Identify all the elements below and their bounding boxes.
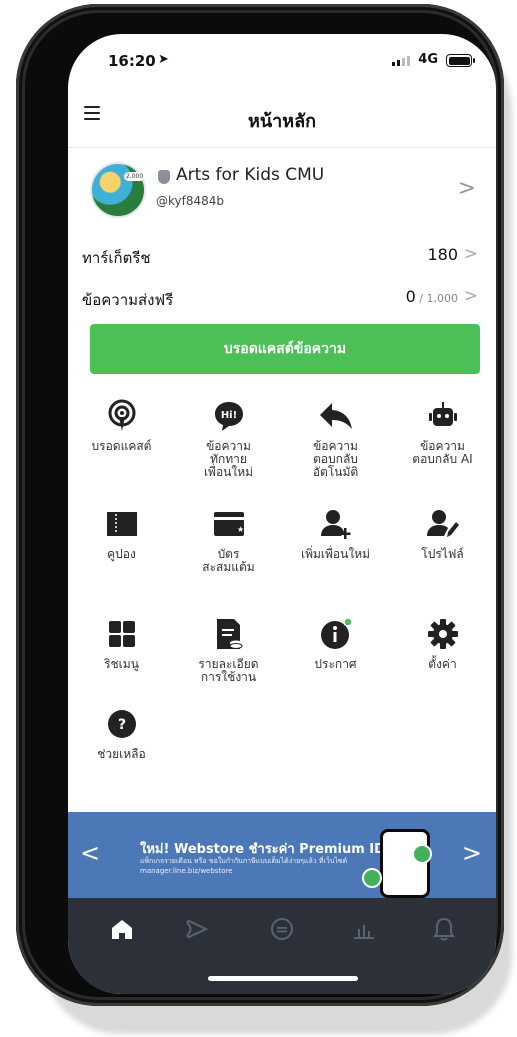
menu-label: ช่วยเหลือ — [97, 747, 146, 761]
screen: 16:20 ➤ 4G หน้าหลัก 2,000 Arts for Kids … — [68, 34, 496, 994]
ai-reply-icon — [389, 396, 496, 436]
menu-label: คูปอง — [107, 547, 136, 561]
avatar-badge: 2,000 — [124, 172, 146, 181]
status-bar: 16:20 ➤ 4G — [68, 34, 496, 86]
chevron-right-icon: > — [457, 176, 476, 201]
stat-value: 180 — [427, 245, 458, 264]
menu-label: บัตร สะสมแต้ม — [202, 547, 255, 574]
network-label: 4G — [418, 52, 438, 67]
svg-text:★: ★ — [237, 525, 244, 534]
broadcast-message-button[interactable]: บรอดแคสต์ข้อความ — [90, 324, 480, 374]
stat-row-target-reach[interactable]: ทาร์เก็ตรีช 180 > — [68, 236, 496, 276]
stat-value: 0 / 1,000 — [405, 287, 458, 306]
announcement-icon — [282, 614, 389, 654]
home-icon — [112, 920, 132, 939]
play-icon — [186, 919, 209, 939]
menu-announcement[interactable]: ประกาศ — [282, 614, 389, 671]
menu-add-friend[interactable]: เพิ่มเพื่อนใหม่ — [282, 504, 389, 561]
auto-reply-icon — [282, 396, 389, 436]
notification-tab[interactable] — [424, 912, 464, 946]
menu-label: ริชเมนู — [104, 657, 139, 671]
help-icon: ? — [68, 704, 175, 744]
promo-banner[interactable]: < ใหม่! Webstore ชำระค่า Premium ID แพ็ก… — [68, 812, 496, 898]
chevron-right-icon: > — [463, 286, 478, 306]
menu-label: ข้อความ ทักทาย เพื่อนใหม่ — [203, 439, 254, 479]
menu-label: เพิ่มเพื่อนใหม่ — [300, 547, 371, 561]
chat-tab[interactable] — [262, 912, 302, 946]
menu-help[interactable]: ? ช่วยเหลือ — [68, 704, 175, 761]
menu-greeting-message[interactable]: Hi! ข้อความ ทักทาย เพื่อนใหม่ — [175, 396, 282, 479]
menu-label: ข้อความ ตอบกลับ AI — [412, 439, 473, 466]
menu-label: โปรไฟล์ — [421, 547, 464, 561]
account-name: Arts for Kids CMU — [176, 165, 325, 185]
profile-icon — [389, 504, 496, 544]
broadcast-icon — [68, 396, 175, 436]
svg-text:?: ? — [117, 717, 125, 733]
svg-text:Hi!: Hi! — [220, 410, 236, 421]
battery-icon — [446, 54, 475, 67]
settings-icon — [389, 614, 496, 654]
insight-tab[interactable] — [344, 912, 384, 946]
usage-details-icon — [175, 614, 282, 654]
menu-broadcast[interactable]: บรอดแคสต์ — [68, 396, 175, 453]
status-time: 16:20 — [108, 52, 156, 70]
menu-usage-details[interactable]: รายละเอียด การใช้งาน — [175, 614, 282, 684]
bottom-tab-bar — [68, 898, 496, 994]
menu-auto-reply[interactable]: ข้อความ ตอบกลับ อัตโนมัติ — [282, 396, 389, 479]
add-friend-icon — [282, 504, 389, 544]
receipt-badge-icon — [412, 844, 432, 864]
phone-frame: 16:20 ➤ 4G หน้าหลัก 2,000 Arts for Kids … — [16, 4, 504, 1006]
chevron-right-icon: > — [463, 244, 478, 264]
greeting-message-icon: Hi! — [175, 396, 282, 436]
stat-row-free-messages[interactable]: ข้อความส่งฟรี 0 / 1,000 > — [68, 278, 496, 318]
menu-reward-card[interactable]: ★ บัตร สะสมแต้ม — [175, 504, 282, 574]
top-nav: หน้าหลัก — [68, 86, 496, 148]
chat-icon — [271, 918, 293, 940]
avatar: 2,000 — [90, 162, 146, 218]
voom-tab[interactable] — [177, 912, 217, 946]
menu-settings[interactable]: ตั้งค่า — [389, 614, 496, 671]
home-tab[interactable] — [102, 912, 142, 946]
rich-menu-icon — [68, 614, 175, 654]
reward-card-icon: ★ — [175, 504, 282, 544]
banner-prev-icon[interactable]: < — [80, 839, 100, 867]
menu-profile[interactable]: โปรไฟล์ — [389, 504, 496, 561]
coupon-icon — [68, 504, 175, 544]
menu-coupon[interactable]: คูปอง — [68, 504, 175, 561]
chart-icon — [354, 925, 374, 939]
menu-label: ข้อความ ตอบกลับ อัตโนมัติ — [312, 439, 359, 479]
banner-subtitle: แพ็กเกจรายเดือน หรือ ขอใบกำกับภาษีแบบเต็… — [140, 857, 348, 875]
stat-label: ทาร์เก็ตรีช — [82, 249, 151, 267]
account-row[interactable]: 2,000 Arts for Kids CMU @kyf8484b > — [68, 148, 496, 232]
menu-rich-menu[interactable]: ริชเมนู — [68, 614, 175, 671]
card-badge-icon — [362, 868, 382, 888]
signal-icon — [392, 56, 410, 66]
menu-label: รายละเอียด การใช้งาน — [198, 657, 259, 684]
banner-next-icon[interactable]: > — [462, 839, 482, 867]
bell-icon — [433, 917, 455, 941]
stat-label: ข้อความส่งฟรี — [82, 291, 174, 309]
page-title: หน้าหลัก — [247, 111, 317, 132]
location-arrow-icon: ➤ — [158, 52, 169, 67]
menu-label: ตั้งค่า — [428, 657, 457, 671]
menu-label: บรอดแคสต์ — [91, 439, 152, 453]
home-indicator — [208, 976, 358, 981]
menu-label: ประกาศ — [314, 657, 357, 671]
shield-icon — [158, 170, 170, 184]
account-id: @kyf8484b — [156, 194, 225, 208]
menu-ai-reply[interactable]: ข้อความ ตอบกลับ AI — [389, 396, 496, 466]
